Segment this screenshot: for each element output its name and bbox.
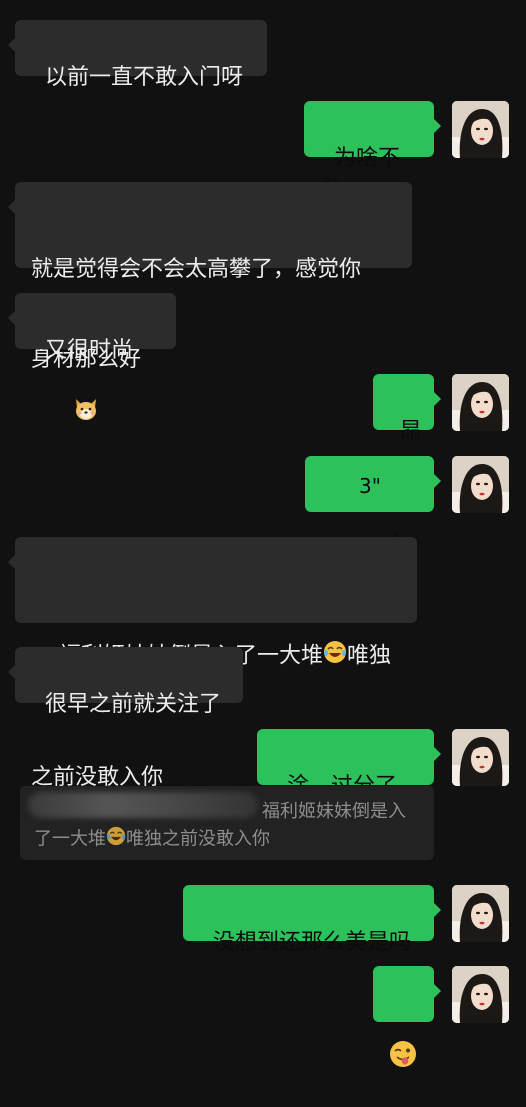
- voice-duration: 3": [359, 474, 381, 498]
- quote-text-line-2: 了一大堆 唯独之前没敢入你: [34, 826, 270, 853]
- avatar[interactable]: [452, 374, 509, 431]
- outgoing-message-2[interactable]: 昂: [373, 374, 441, 444]
- incoming-message-3[interactable]: 又很时尚: [8, 293, 176, 420]
- blurred-sender-name: [28, 792, 258, 818]
- message-text: 又很时尚: [45, 338, 134, 363]
- incoming-message-4[interactable]: 福利姬妹妹倒是入了一大堆 唯独 之前没敢入你: [8, 537, 417, 790]
- avatar[interactable]: [452, 729, 509, 786]
- quote-text-line-1: 福利姬妹妹倒是入: [262, 801, 406, 822]
- dog-face-emoji: [45, 366, 99, 461]
- voice-message[interactable]: 3": [305, 456, 441, 555]
- message-text: 以前一直不敢入门呀: [45, 65, 244, 90]
- incoming-message-5[interactable]: 很早之前就关注了: [8, 647, 243, 717]
- outgoing-message-1[interactable]: 为啥不敢: [304, 101, 441, 201]
- avatar[interactable]: [452, 101, 509, 158]
- incoming-message-1[interactable]: 以前一直不敢入门呀: [8, 20, 267, 90]
- avatar[interactable]: [452, 966, 509, 1023]
- message-text-line-1: 就是觉得会不会太高攀了，感觉你: [31, 257, 362, 282]
- quote-text-part-2: 唯独之前没敢入你: [126, 828, 270, 850]
- outgoing-message-5[interactable]: [373, 966, 441, 1067]
- quote-text-part-1: 了一大堆: [34, 828, 106, 850]
- message-text: 很早之前就关注了: [45, 692, 222, 717]
- message-text: 没想到还那么美是吗: [213, 930, 412, 955]
- avatar[interactable]: [452, 456, 509, 513]
- outgoing-message-4[interactable]: 没想到还那么美是吗: [183, 885, 441, 955]
- winking-tongue-emoji: [389, 980, 434, 1107]
- incoming-message-2[interactable]: 就是觉得会不会太高攀了，感觉你 身材那么好: [8, 182, 412, 372]
- outgoing-message-3[interactable]: 淦、过分了啊: [257, 729, 441, 829]
- message-text: 昂: [399, 419, 422, 444]
- message-text-part-2: 唯独: [347, 643, 392, 669]
- laughing-tears-emoji: [323, 640, 347, 673]
- quoted-message[interactable]: 福利姬妹妹倒是入 了一大堆 唯独之前没敢入你: [20, 786, 434, 860]
- laughing-tears-emoji: [106, 826, 126, 853]
- avatar[interactable]: [452, 885, 509, 942]
